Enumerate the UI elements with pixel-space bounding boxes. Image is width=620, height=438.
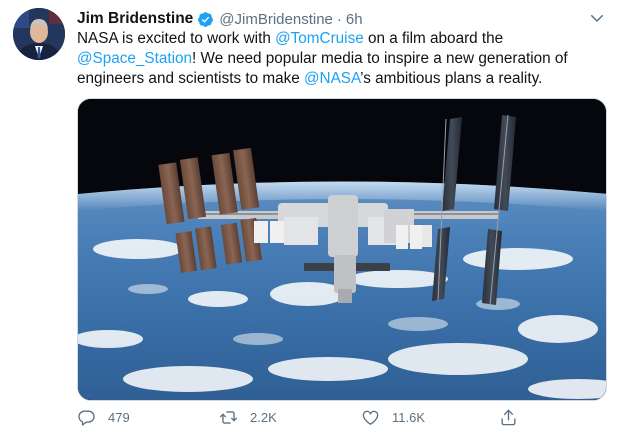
like-count: 11.6K [392,409,426,425]
tweet-actions: 479 2.2K 11.6K [77,405,537,429]
avatar[interactable] [13,8,65,60]
iss-earth-photo [78,99,606,400]
reply-button[interactable]: 479 [77,405,130,429]
share-button[interactable] [499,405,530,429]
tweet: Jim Bridenstine @JimBridenstine · 6h NAS… [0,0,620,438]
text-segment: on a film aboard the [363,30,504,47]
tweet-text-line-2: @Space_Station! We need popular media to… [77,49,597,69]
retweet-icon [219,410,238,424]
text-segment: ’s ambitious plans a reality. [360,70,543,87]
verified-badge-icon [198,11,214,27]
text-segment: engineers and scientists to make [77,70,305,87]
timestamp[interactable]: 6h [346,11,363,28]
text-segment: ! We need popular media to inspire a new… [192,50,568,67]
retweet-button[interactable]: 2.2K [219,405,277,429]
avatar-photo [13,8,65,60]
mention-tomcruise[interactable]: @TomCruise [275,30,364,47]
mention-nasa[interactable]: @NASA [304,70,360,87]
display-name[interactable]: Jim Bridenstine [77,10,193,28]
mention-space-station[interactable]: @Space_Station [77,50,192,67]
tweet-media-image[interactable] [77,98,607,401]
like-button[interactable]: 11.6K [361,405,425,429]
tweet-text-line-1: NASA is excited to work with @TomCruise … [77,29,597,49]
tweet-text-line-3: engineers and scientists to make @NASA’s… [77,69,597,89]
share-icon [501,409,516,425]
chevron-down-icon[interactable] [588,9,606,27]
reply-count: 479 [108,409,130,425]
tweet-text: NASA is excited to work with @TomCruise … [77,29,597,89]
retweet-count: 2.2K [250,409,277,425]
separator-dot: · [336,10,342,28]
like-icon [362,410,379,425]
reply-icon [78,409,95,426]
tweet-header: Jim Bridenstine @JimBridenstine · 6h [77,9,363,29]
text-segment: NASA is excited to work with [77,30,276,47]
user-handle[interactable]: @JimBridenstine [219,11,333,28]
